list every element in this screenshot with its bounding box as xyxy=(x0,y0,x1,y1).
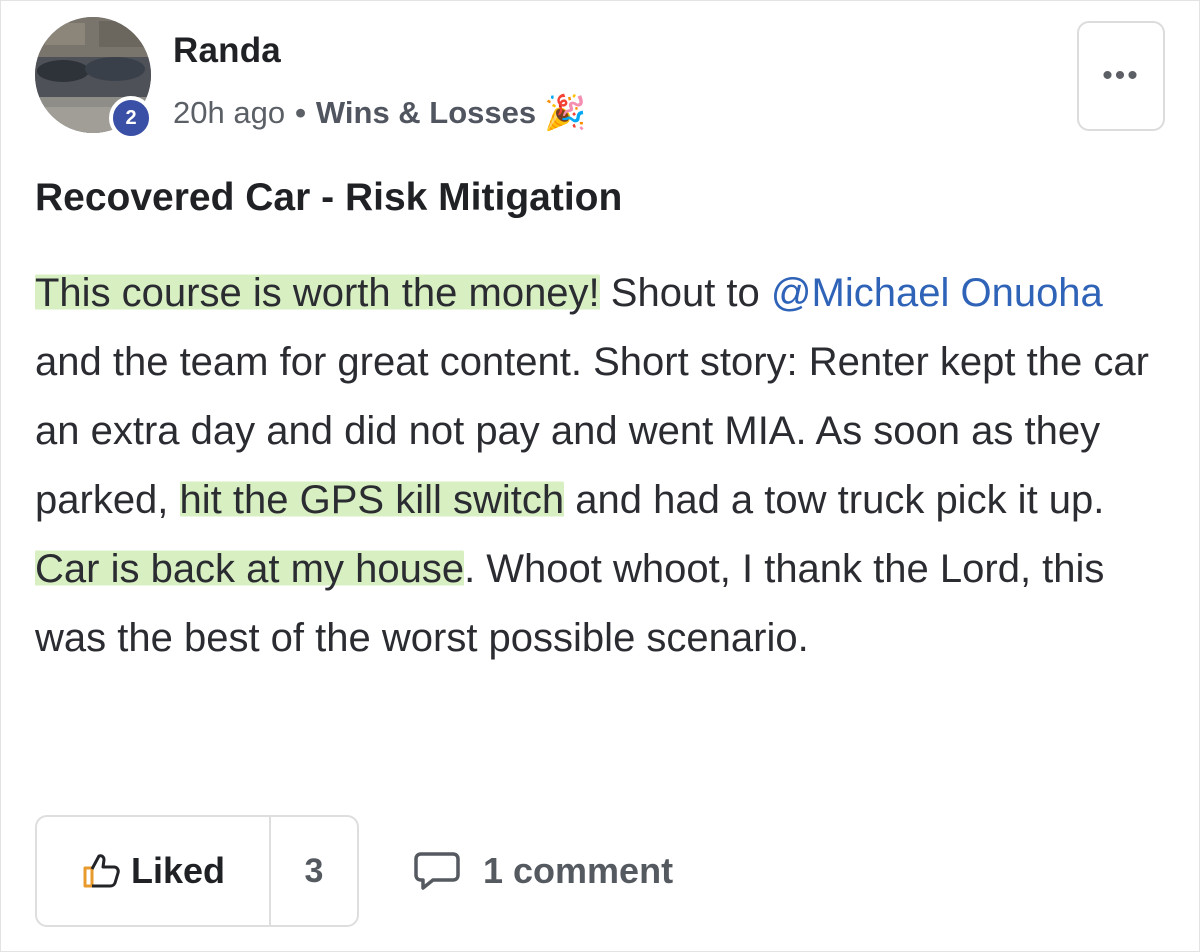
more-options-button[interactable]: ••• xyxy=(1077,21,1165,131)
highlight-text: Car is back at my house xyxy=(35,547,465,591)
like-group: Liked 3 xyxy=(35,815,359,927)
comment-count-label: 1 comment xyxy=(483,850,674,891)
body-text: Shout to xyxy=(599,271,771,315)
post-title: Recovered Car - Risk Mitigation xyxy=(35,176,623,219)
thumbs-up-icon xyxy=(81,852,121,890)
post-meta: 20h ago • Wins & Losses 🎉 xyxy=(173,95,587,131)
body-text: and had a tow truck pick it up. xyxy=(564,478,1105,522)
mention-link[interactable]: @Michael Onuoha xyxy=(771,271,1103,315)
highlight-text: This course is worth the money! xyxy=(35,271,600,315)
like-count[interactable]: 3 xyxy=(271,817,357,925)
comment-bubble-icon xyxy=(413,851,461,891)
author-name[interactable]: Randa xyxy=(173,31,281,71)
like-label: Liked xyxy=(130,850,226,891)
highlight-text: hit the GPS kill switch xyxy=(179,478,565,522)
post-time: 20h ago xyxy=(173,95,286,130)
post-card: 2 Randa 20h ago • Wins & Losses 🎉 ••• Re… xyxy=(0,0,1200,952)
category-link[interactable]: Wins & Losses xyxy=(316,95,536,131)
party-popper-icon: 🎉 xyxy=(544,94,587,132)
post-body: This course is worth the money! Shout to… xyxy=(35,259,1175,673)
like-button[interactable]: Liked xyxy=(37,817,271,925)
level-badge: 2 xyxy=(109,96,153,140)
comments-button[interactable]: 1 comment xyxy=(413,843,673,899)
meta-separator: • xyxy=(295,95,306,130)
more-dots-icon: ••• xyxy=(1102,59,1140,92)
